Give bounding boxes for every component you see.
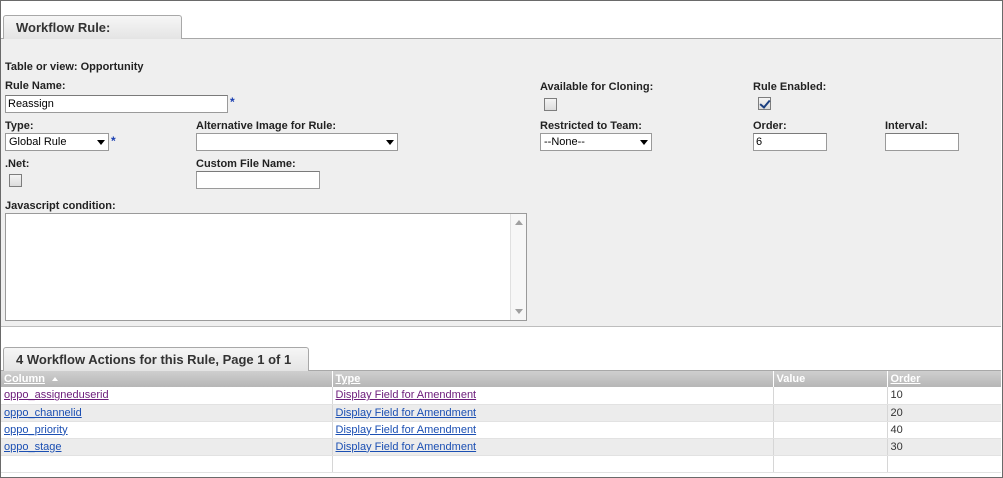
dotnet-label: .Net: <box>5 158 30 170</box>
chevron-down-icon <box>386 140 394 145</box>
rule-form-panel: Table or view: Opportunity Rule Name: Re… <box>1 39 1001 327</box>
cell-value <box>772 404 887 422</box>
alternative-image-label: Alternative Image for Rule: <box>196 120 336 132</box>
rule-name-label: Rule Name: <box>5 80 66 92</box>
restricted-to-team-label: Restricted to Team: <box>540 120 642 132</box>
scroll-down-icon[interactable] <box>515 309 523 314</box>
table-or-view-label: Table or view: Opportunity <box>5 61 144 73</box>
type-label: Type: <box>5 120 34 132</box>
column-header-order-link[interactable]: Order <box>891 373 921 385</box>
cell-type: Display Field for Amendment <box>331 438 773 456</box>
column-header-order[interactable]: Order <box>886 371 1001 387</box>
rule-name-input[interactable]: Reassign <box>5 95 228 113</box>
custom-file-name-input[interactable] <box>196 171 320 189</box>
restricted-to-team-select[interactable]: --None-- <box>540 133 652 151</box>
cell-order: 40 <box>886 421 1001 439</box>
available-for-cloning-checkbox[interactable] <box>544 98 557 111</box>
cell-order: 20 <box>886 404 1001 422</box>
custom-file-name-label: Custom File Name: <box>196 158 296 170</box>
table-row-empty <box>1 455 1001 473</box>
row-type-link[interactable]: Display Field for Amendment <box>336 441 477 453</box>
interval-input[interactable] <box>885 133 959 151</box>
cell-column: oppo_assigneduserid <box>1 387 332 405</box>
cell-type: Display Field for Amendment <box>331 387 773 405</box>
dotnet-checkbox[interactable] <box>9 174 22 187</box>
cell-value <box>772 387 887 405</box>
column-header-value-label: Value <box>776 373 806 385</box>
cell-type: Display Field for Amendment <box>331 421 773 439</box>
interval-label: Interval: <box>885 120 928 132</box>
alternative-image-select[interactable] <box>196 133 398 151</box>
table-header-row: Column Type Value Order <box>1 371 1001 387</box>
javascript-condition-textarea[interactable] <box>5 213 527 321</box>
column-header-column-link[interactable]: Column <box>4 373 45 385</box>
header-tabstrip: Workflow Rule: Reassign <box>1 1 1001 58</box>
rule-enabled-label: Rule Enabled: <box>753 81 827 93</box>
cell-column: oppo_channelid <box>1 404 332 422</box>
type-select-value: Global Rule <box>9 136 67 148</box>
cell-order: 30 <box>886 438 1001 456</box>
table-row: oppo_channelid Display Field for Amendme… <box>1 404 1001 422</box>
row-column-link[interactable]: oppo_stage <box>4 441 62 453</box>
table-row: oppo_priority Display Field for Amendmen… <box>1 421 1001 439</box>
chevron-down-icon <box>97 140 105 145</box>
available-for-cloning-label: Available for Cloning: <box>540 81 654 93</box>
workflow-actions-table: Column Type Value Order oppo_assigneduse… <box>1 371 1001 473</box>
cell-column: oppo_priority <box>1 421 332 439</box>
cell-value <box>772 421 887 439</box>
table-row: oppo_stage Display Field for Amendment 3… <box>1 438 1001 456</box>
order-label: Order: <box>753 120 787 132</box>
rule-enabled-checkbox[interactable] <box>758 97 771 110</box>
restricted-to-team-select-value: --None-- <box>544 136 585 148</box>
type-select[interactable]: Global Rule <box>5 133 109 151</box>
cell-empty <box>772 455 887 473</box>
row-column-link[interactable]: oppo_assigneduserid <box>4 389 109 401</box>
tab-workflow-rule[interactable]: Workflow Rule: Reassign <box>3 15 182 58</box>
scroll-up-icon[interactable] <box>515 220 523 225</box>
row-type-link[interactable]: Display Field for Amendment <box>336 389 477 401</box>
column-header-column[interactable]: Column <box>1 371 332 387</box>
rule-name-required-marker: * <box>230 95 235 109</box>
column-header-value: Value <box>772 371 887 387</box>
cell-type: Display Field for Amendment <box>331 404 773 422</box>
order-input[interactable]: 6 <box>753 133 827 151</box>
sort-ascending-icon <box>52 377 59 381</box>
row-type-link[interactable]: Display Field for Amendment <box>336 424 477 436</box>
type-required-marker: * <box>111 134 116 148</box>
cell-empty <box>1 455 332 473</box>
javascript-condition-label: Javascript condition: <box>5 200 116 212</box>
chevron-down-icon <box>640 140 648 145</box>
cell-empty <box>886 455 1001 473</box>
column-header-type-link[interactable]: Type <box>336 373 361 385</box>
cell-empty <box>331 455 773 473</box>
tab-workflow-actions[interactable]: 4 Workflow Actions for this Rule, Page 1… <box>3 347 309 372</box>
cell-order: 10 <box>886 387 1001 405</box>
row-column-link[interactable]: oppo_priority <box>4 424 68 436</box>
table-row: oppo_assigneduserid Display Field for Am… <box>1 387 1001 405</box>
row-column-link[interactable]: oppo_channelid <box>4 407 82 419</box>
cell-value <box>772 438 887 456</box>
column-header-type[interactable]: Type <box>331 371 773 387</box>
cell-column: oppo_stage <box>1 438 332 456</box>
row-type-link[interactable]: Display Field for Amendment <box>336 407 477 419</box>
textarea-scrollbar[interactable] <box>510 214 526 320</box>
